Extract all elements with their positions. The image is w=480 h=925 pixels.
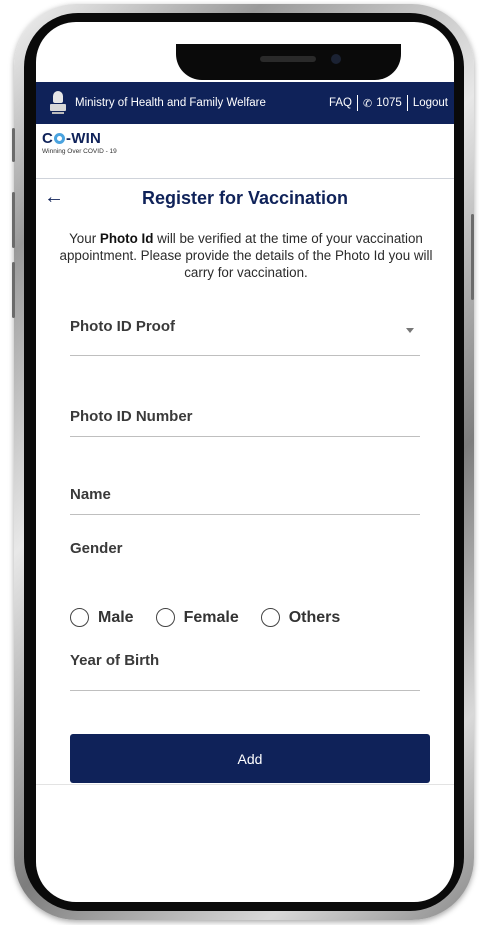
notch <box>176 44 401 80</box>
year-of-birth-label: Year of Birth <box>70 652 160 669</box>
gov-header-bar: Ministry of Health and Family Welfare FA… <box>36 82 454 124</box>
name-field[interactable]: Name <box>70 486 420 516</box>
gender-label: Gender <box>70 540 123 557</box>
camera <box>331 54 341 64</box>
radio-icon[interactable] <box>260 608 280 627</box>
logout-link[interactable]: Logout <box>413 97 448 109</box>
volume-button <box>12 192 15 248</box>
gender-option-others[interactable]: Others <box>260 608 341 627</box>
gender-section: Gender <box>70 540 420 557</box>
power-button <box>471 214 474 300</box>
divider <box>36 178 454 179</box>
page-title: Register for Vaccination <box>141 188 349 208</box>
photo-id-number-label: Photo ID Number <box>70 408 193 425</box>
radio-icon[interactable] <box>155 608 175 627</box>
volume-button <box>12 262 15 318</box>
gender-option-label: Female <box>183 608 239 626</box>
helpline-link[interactable]: 1075 <box>376 97 402 109</box>
speaker <box>260 56 316 62</box>
field-underline <box>70 436 420 437</box>
intro-text: Your Photo Id will be verified at the ti… <box>56 230 436 281</box>
chevron-down-icon[interactable] <box>406 328 414 333</box>
name-label: Name <box>70 486 111 503</box>
field-underline <box>70 690 420 691</box>
cowin-logo: C -WIN <box>42 130 117 147</box>
faq-link[interactable]: FAQ <box>329 97 352 109</box>
photo-id-proof-label: Photo ID Proof <box>70 318 175 335</box>
field-underline <box>70 514 420 515</box>
year-of-birth-field[interactable]: Year of Birth <box>70 652 420 692</box>
divider <box>36 784 454 785</box>
brand[interactable]: C -WIN Winning Over COVID - 19 <box>42 130 117 155</box>
gender-option-label: Male <box>98 608 134 626</box>
gender-radio-group: Male Female Others <box>70 608 362 627</box>
logo-ring-icon <box>54 133 66 144</box>
photo-id-proof-select[interactable]: Photo ID Proof <box>70 318 420 358</box>
separator <box>357 95 358 111</box>
separator <box>406 95 408 111</box>
add-button[interactable]: Add <box>70 734 430 783</box>
ministry-title: Ministry of Health and Family Welfare <box>75 97 266 109</box>
volume-button <box>12 128 15 162</box>
emblem-icon <box>50 91 66 115</box>
gender-option-male[interactable]: Male <box>70 608 134 627</box>
photo-id-number-field[interactable]: Photo ID Number <box>70 408 420 438</box>
intro-bold: Photo Id <box>99 231 154 246</box>
brand-tagline: Winning Over COVID - 19 <box>42 148 117 155</box>
logo-prefix: C <box>42 130 54 147</box>
gender-option-female[interactable]: Female <box>155 608 239 627</box>
gender-option-label: Others <box>288 608 341 626</box>
radio-icon[interactable] <box>70 608 89 627</box>
field-underline <box>70 355 420 356</box>
header-links: FAQ ✆ 1075 Logout <box>329 95 454 111</box>
phone-icon: ✆ <box>363 97 373 110</box>
logo-suffix: -WIN <box>66 130 101 147</box>
intro-before: Your <box>69 231 100 246</box>
phone-screen: Ministry of Health and Family Welfare FA… <box>36 22 454 902</box>
